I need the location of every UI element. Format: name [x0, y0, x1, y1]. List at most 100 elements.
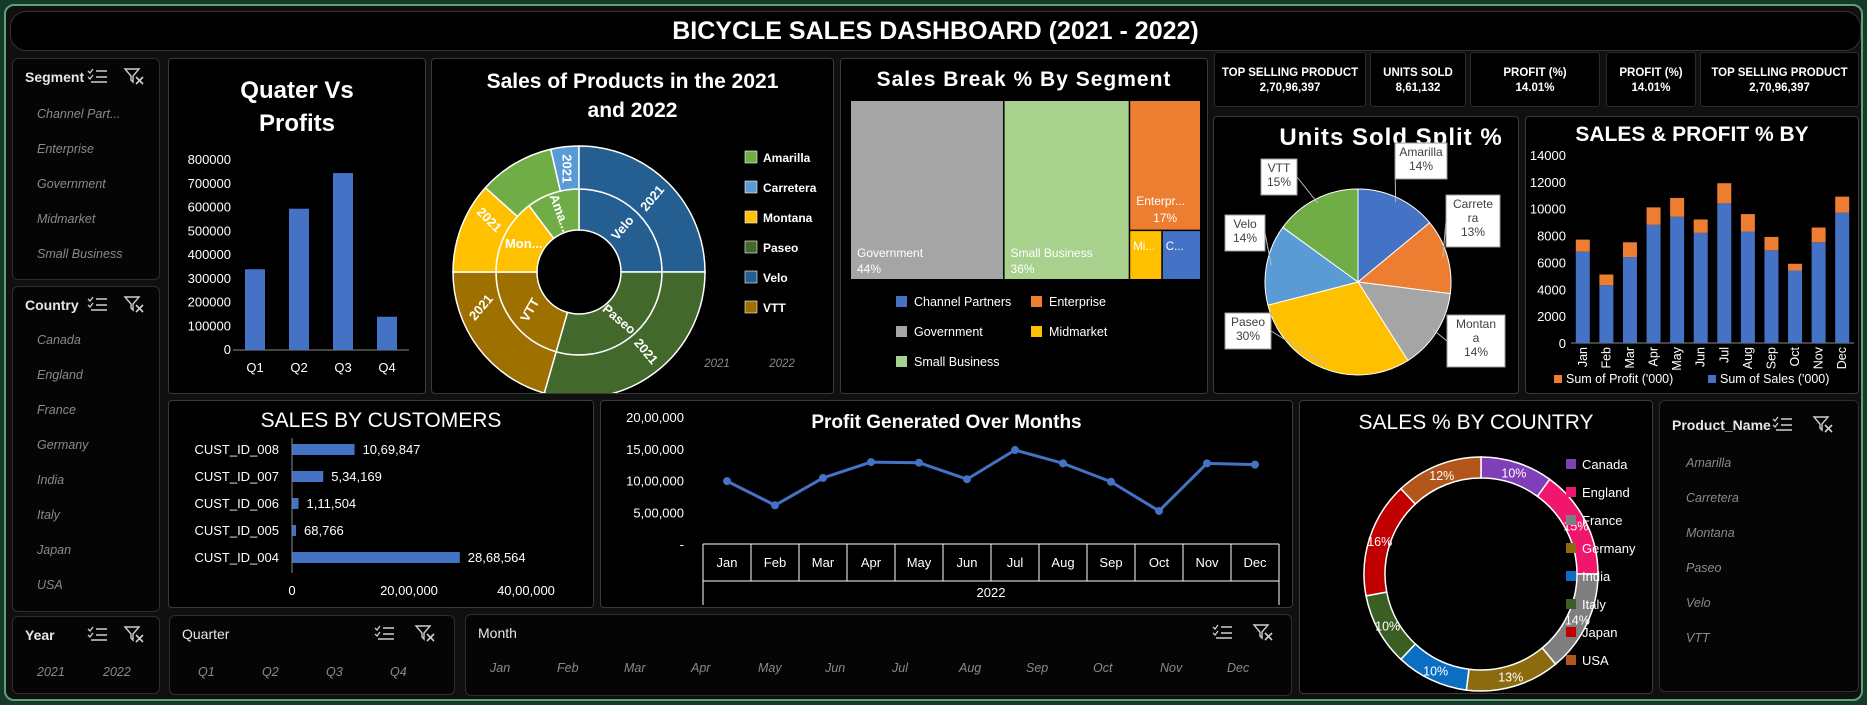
clear-filter-icon[interactable]	[1252, 623, 1274, 641]
y-tick-label: 14000	[1530, 148, 1566, 163]
bar-profit	[1717, 183, 1732, 204]
x-tick-label: Dec	[1243, 555, 1267, 570]
slicer-item[interactable]: Jan	[490, 661, 510, 675]
y-tick-label: 20,00,000	[626, 410, 684, 425]
x-tick-label: Dec	[1835, 347, 1849, 369]
clear-filter-icon[interactable]	[123, 625, 145, 643]
slicer-item[interactable]: Aug	[959, 661, 981, 675]
slice-label: 13%	[1498, 670, 1523, 684]
slicer-item[interactable]: Feb	[557, 661, 579, 675]
slicer-item[interactable]: Italy	[37, 508, 60, 522]
month-slicer-title: Month	[478, 625, 517, 641]
slicer-item[interactable]: Nov	[1160, 661, 1182, 675]
kpi-value: 14.01%	[1631, 82, 1671, 94]
slicer-item[interactable]: Q3	[326, 665, 343, 679]
slicer-item[interactable]: India	[37, 473, 64, 487]
slicer-item[interactable]: Mar	[624, 661, 646, 675]
kpi-card-top-product: TOP SELLING PRODUCT 2,70,96,397	[1700, 52, 1859, 107]
callout-text: Paseo	[1231, 315, 1265, 329]
x-tick-label: May	[1670, 346, 1684, 370]
multi-select-icon[interactable]	[87, 67, 109, 85]
slicer-item[interactable]: Amarilla	[1686, 456, 1731, 470]
slicer-item[interactable]: 2021	[37, 665, 65, 679]
legend-swatch	[744, 150, 758, 164]
callout-text: Montan	[1456, 317, 1496, 331]
line-point	[1203, 459, 1211, 468]
slicer-item[interactable]: Jul	[892, 661, 908, 675]
kpi-label: TOP SELLING PRODUCT	[1711, 67, 1848, 79]
multi-select-icon[interactable]	[87, 295, 109, 313]
slicer-item[interactable]: Apr	[691, 661, 710, 675]
clear-filter-icon[interactable]	[123, 295, 145, 313]
slicer-item[interactable]: Velo	[1686, 596, 1711, 610]
slicer-item[interactable]: May	[758, 661, 782, 675]
slicer-item[interactable]: Enterprise	[37, 142, 94, 156]
y-tick-label: CUST_ID_005	[194, 523, 279, 538]
y-tick-label: 5,00,000	[633, 505, 684, 520]
bar	[292, 552, 460, 563]
slicer-item[interactable]: Sep	[1026, 661, 1048, 675]
bar-profit	[1811, 227, 1826, 243]
slicer-item[interactable]: VTT	[1686, 631, 1710, 645]
legend-label: Carretera	[763, 181, 817, 195]
slicer-item[interactable]: Government	[37, 177, 106, 191]
x-tick-label: Jan	[717, 555, 738, 570]
treemap-tile	[1130, 231, 1162, 279]
segment-treemap-chart: Sales Break % By Segment Government 44% Sm…	[840, 58, 1208, 394]
kpi-value: 8,61,132	[1395, 82, 1441, 94]
y-tick-label: 600000	[188, 200, 231, 215]
slicer-item[interactable]: Small Business	[37, 247, 122, 261]
slicer-item[interactable]: England	[37, 368, 83, 382]
slicer-item[interactable]: Midmarket	[37, 212, 95, 226]
bar	[377, 316, 397, 350]
bar-sales	[1717, 203, 1732, 343]
slicer-item[interactable]: Dec	[1227, 661, 1249, 675]
slicer-item[interactable]: Germany	[37, 438, 88, 452]
slicer-item[interactable]: Montana	[1686, 526, 1735, 540]
slicer-item[interactable]: Q2	[262, 665, 279, 679]
legend-swatch	[744, 300, 758, 314]
slicer-item[interactable]: Paseo	[1686, 561, 1721, 575]
country-slicer-title: Country	[25, 297, 79, 313]
dashboard-window: BICYCLE SALES DASHBOARD (2021 - 2022) Se…	[0, 0, 1867, 705]
segment-label: 2021	[559, 154, 574, 183]
slicer-item[interactable]: Carretera	[1686, 491, 1739, 505]
callout-text: Carrete	[1453, 197, 1493, 211]
slicer-item[interactable]: Canada	[37, 333, 81, 347]
x-tick-label: Aug	[1051, 555, 1074, 570]
multi-select-icon[interactable]	[1212, 623, 1234, 641]
kpi-card-top-product: TOP SELLING PRODUCT 2,70,96,397	[1214, 52, 1366, 107]
kpi-card-profit: PROFIT (%) 14.01%	[1606, 52, 1696, 107]
slicer-item[interactable]: Q4	[390, 665, 407, 679]
x-tick-label: Sep	[1099, 555, 1122, 570]
slicer-item[interactable]: Q1	[198, 665, 215, 679]
bar-profit	[1788, 263, 1803, 271]
y-tick-label: 200000	[188, 295, 231, 310]
quarter-slicer: Quarter Q1 Q2 Q3 Q4	[169, 615, 455, 695]
legend-swatch	[1031, 326, 1042, 337]
legend-label: India	[1582, 569, 1611, 584]
multi-select-icon[interactable]	[87, 625, 109, 643]
callout-leader	[1296, 176, 1319, 204]
line-point	[771, 501, 779, 510]
slicer-item[interactable]: Japan	[37, 543, 71, 557]
clear-filter-icon[interactable]	[123, 67, 145, 85]
x-tick-label: 0	[288, 583, 295, 598]
slicer-item[interactable]: USA	[37, 578, 63, 592]
slicer-item[interactable]: Oct	[1093, 661, 1112, 675]
bar-sales	[1811, 242, 1826, 343]
callout-text: 30%	[1236, 329, 1260, 343]
legend-label: Small Business	[914, 355, 999, 369]
multi-select-icon[interactable]	[374, 624, 396, 642]
bar-profit	[1835, 196, 1850, 213]
bar-sales	[1740, 231, 1755, 343]
multi-select-icon[interactable]	[1772, 415, 1794, 433]
tile-label: C...	[1166, 241, 1184, 253]
slicer-item[interactable]: 2022	[103, 665, 131, 679]
slicer-item[interactable]: France	[37, 403, 76, 417]
slicer-item[interactable]: Channel Part...	[37, 107, 120, 121]
slicer-item[interactable]: Jun	[825, 661, 845, 675]
clear-filter-icon[interactable]	[1812, 415, 1834, 433]
x-tick-label: Jun	[957, 555, 978, 570]
clear-filter-icon[interactable]	[414, 624, 436, 642]
